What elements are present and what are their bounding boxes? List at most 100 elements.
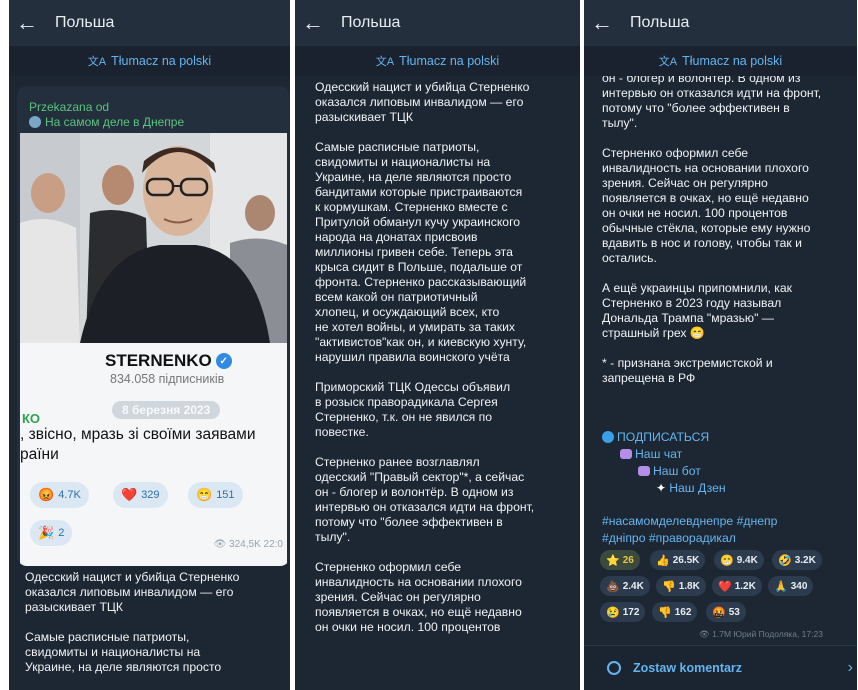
reaction-cursing[interactable]: 🤬 53 <box>706 602 746 622</box>
forwarded-source-link[interactable]: На самом деле в Днепре <box>29 115 184 129</box>
thumbs-up-icon: 👍 <box>656 554 670 567</box>
arrow-left-icon[interactable]: ← <box>584 0 620 46</box>
message-photo[interactable] <box>20 133 287 343</box>
thumbs-down-icon: 👎 <box>658 606 672 619</box>
hashtags[interactable]: #насамомделевднепре #днепр #днiпро #прав… <box>602 513 777 547</box>
chat-header: ← Польша <box>9 0 290 46</box>
comment-label: Zostaw komentarz <box>633 661 743 675</box>
link-label: Наш Дзен <box>669 481 726 495</box>
chevron-right-icon: › <box>847 659 853 676</box>
subscribe-link[interactable]: ПОДПИСАТЬСЯ <box>602 430 709 445</box>
verified-icon: ✓ <box>215 353 232 369</box>
reaction-star[interactable]: ⭐ 26 <box>600 550 640 570</box>
channel-name: STERNENKO ✓ <box>105 351 232 371</box>
star-icon: ⭐ <box>606 554 620 567</box>
reaction-thumbs-down[interactable]: 👎 1.8K <box>656 576 706 596</box>
reaction-cry[interactable]: 😢 172 <box>600 602 646 622</box>
message-text: он - блогер и волонтёр. В одном из интер… <box>602 71 822 385</box>
message-text: Одесский нацист и убийца Стерненко оказа… <box>315 80 535 634</box>
translate-button[interactable]: 文A Tłumacz na polski <box>9 46 290 76</box>
translate-label: Tłumacz na polski <box>111 54 212 68</box>
message-text: Одесский нацист и убийца Стерненко оказа… <box>25 570 240 674</box>
translate-icon: 文A <box>375 56 395 68</box>
quote-author: КО <box>22 411 41 426</box>
view-count: 👁 1.7M Юрий Подоляка, 17:23 <box>699 629 823 639</box>
comment-icon <box>607 661 621 675</box>
arrow-left-icon[interactable]: ← <box>9 0 45 46</box>
reaction-count: 53 <box>728 606 740 618</box>
link-label: Наш чат <box>635 447 683 461</box>
link-our-chat[interactable]: Наш чат <box>620 447 682 462</box>
reaction-count: 329 <box>141 489 160 501</box>
chat-title: Польша <box>630 14 690 31</box>
telegram-icon <box>602 431 614 443</box>
chat-panel-1: ← Польша 文A Tłumacz na polski Przekazana… <box>9 0 290 690</box>
reaction-count: 151 <box>216 489 235 501</box>
reaction-rofl[interactable]: 🤣 3.2K <box>772 550 822 570</box>
link-our-bot[interactable]: Наш бот <box>638 464 701 479</box>
party-icon: 🎉 <box>38 525 55 540</box>
reaction-thumbs-up[interactable]: 👍 26.5K <box>650 550 706 570</box>
reaction-grin[interactable]: 😁 9.4K <box>714 550 764 570</box>
heart-icon: ❤️ <box>121 487 138 502</box>
translate-button[interactable]: 文A Tłumacz na polski <box>584 46 857 76</box>
view-count: 👁 324,5K 22:0 <box>213 539 283 550</box>
chat-panel-3: ← Польша он - блогер и волонтёр. В одном… <box>584 0 857 690</box>
forwarded-message-bubble[interactable]: Przekazana od На самом деле в Днепре STE… <box>17 86 290 566</box>
subscriber-count: 834.058 підписників <box>110 372 225 386</box>
link-our-dzen[interactable]: ✦ Наш Дзен <box>656 481 726 496</box>
forwarded-label: Przekazana od <box>29 100 110 114</box>
translate-label: Tłumacz na polski <box>399 54 500 68</box>
chat-title: Польша <box>55 14 115 31</box>
chat-header: ← Польша <box>584 0 857 46</box>
reaction-heart[interactable]: ❤️ 1.2K <box>712 576 762 596</box>
arrow-left-icon[interactable]: ← <box>295 0 331 46</box>
translate-icon: 文A <box>87 56 107 68</box>
reaction-heart: ❤️ 329 <box>113 482 168 508</box>
cursing-icon: 🤬 <box>712 606 726 619</box>
grin-icon: 😁 <box>196 487 213 502</box>
channel-name-text: STERNENKO <box>105 351 212 370</box>
chat-panel-2: ← Польша 文A Tłumacz na polski Одесский н… <box>295 0 580 690</box>
photo-illustration <box>20 133 287 343</box>
reaction-count: 2 <box>58 527 65 539</box>
reaction-count: 172 <box>622 606 640 618</box>
chat-header: ← Польша <box>295 0 580 46</box>
channel-screenshot-card: STERNENKO ✓ 834.058 підписників КО 8 бер… <box>20 343 287 566</box>
subscribe-label: ПОДПИСАТЬСЯ <box>617 430 710 444</box>
heart-icon: ❤️ <box>718 580 732 593</box>
translate-label: Tłumacz na polski <box>682 54 783 68</box>
poop-icon: 💩 <box>606 580 620 593</box>
translate-button[interactable]: 文A Tłumacz na polski <box>295 46 580 76</box>
translate-icon: 文A <box>658 56 678 68</box>
reaction-pray[interactable]: 🙏 340 <box>768 576 814 596</box>
reaction-grin: 😁 151 <box>188 482 243 508</box>
reaction-count: 1.8K <box>678 580 700 592</box>
reaction-thumbs-down-2[interactable]: 👎 162 <box>652 602 698 622</box>
chat-title: Польша <box>341 14 401 31</box>
reaction-count: 1.2K <box>734 580 756 592</box>
reaction-count: 4.7K <box>58 489 81 501</box>
reaction-count: 26 <box>622 554 634 566</box>
reaction-angry: 😡 4.7K <box>30 482 89 508</box>
reaction-count: 9.4K <box>736 554 758 566</box>
chat-bubble-icon <box>620 449 632 459</box>
reaction-count: 3.2K <box>794 554 816 566</box>
comment-button[interactable]: Zostaw komentarz › <box>584 645 857 690</box>
reaction-count: 26.5K <box>672 554 700 566</box>
reaction-poop[interactable]: 💩 2.4K <box>600 576 650 596</box>
thumbs-down-icon: 👎 <box>662 580 676 593</box>
channel-avatar-icon <box>29 116 41 128</box>
angry-icon: 😡 <box>38 487 55 502</box>
cry-icon: 😢 <box>606 606 620 619</box>
forwarded-source-name: На самом деле в Днепре <box>45 115 185 129</box>
pray-icon: 🙏 <box>774 580 788 593</box>
link-label: Наш бот <box>653 464 701 478</box>
reaction-count: 162 <box>674 606 692 618</box>
reaction-count: 340 <box>790 580 808 592</box>
date-pill: 8 березня 2023 <box>112 401 221 419</box>
chat-bubble-icon <box>638 466 650 476</box>
sparkle-icon: ✦ <box>656 481 667 495</box>
reaction-count: 2.4K <box>622 580 644 592</box>
reaction-party: 🎉 2 <box>30 520 73 546</box>
